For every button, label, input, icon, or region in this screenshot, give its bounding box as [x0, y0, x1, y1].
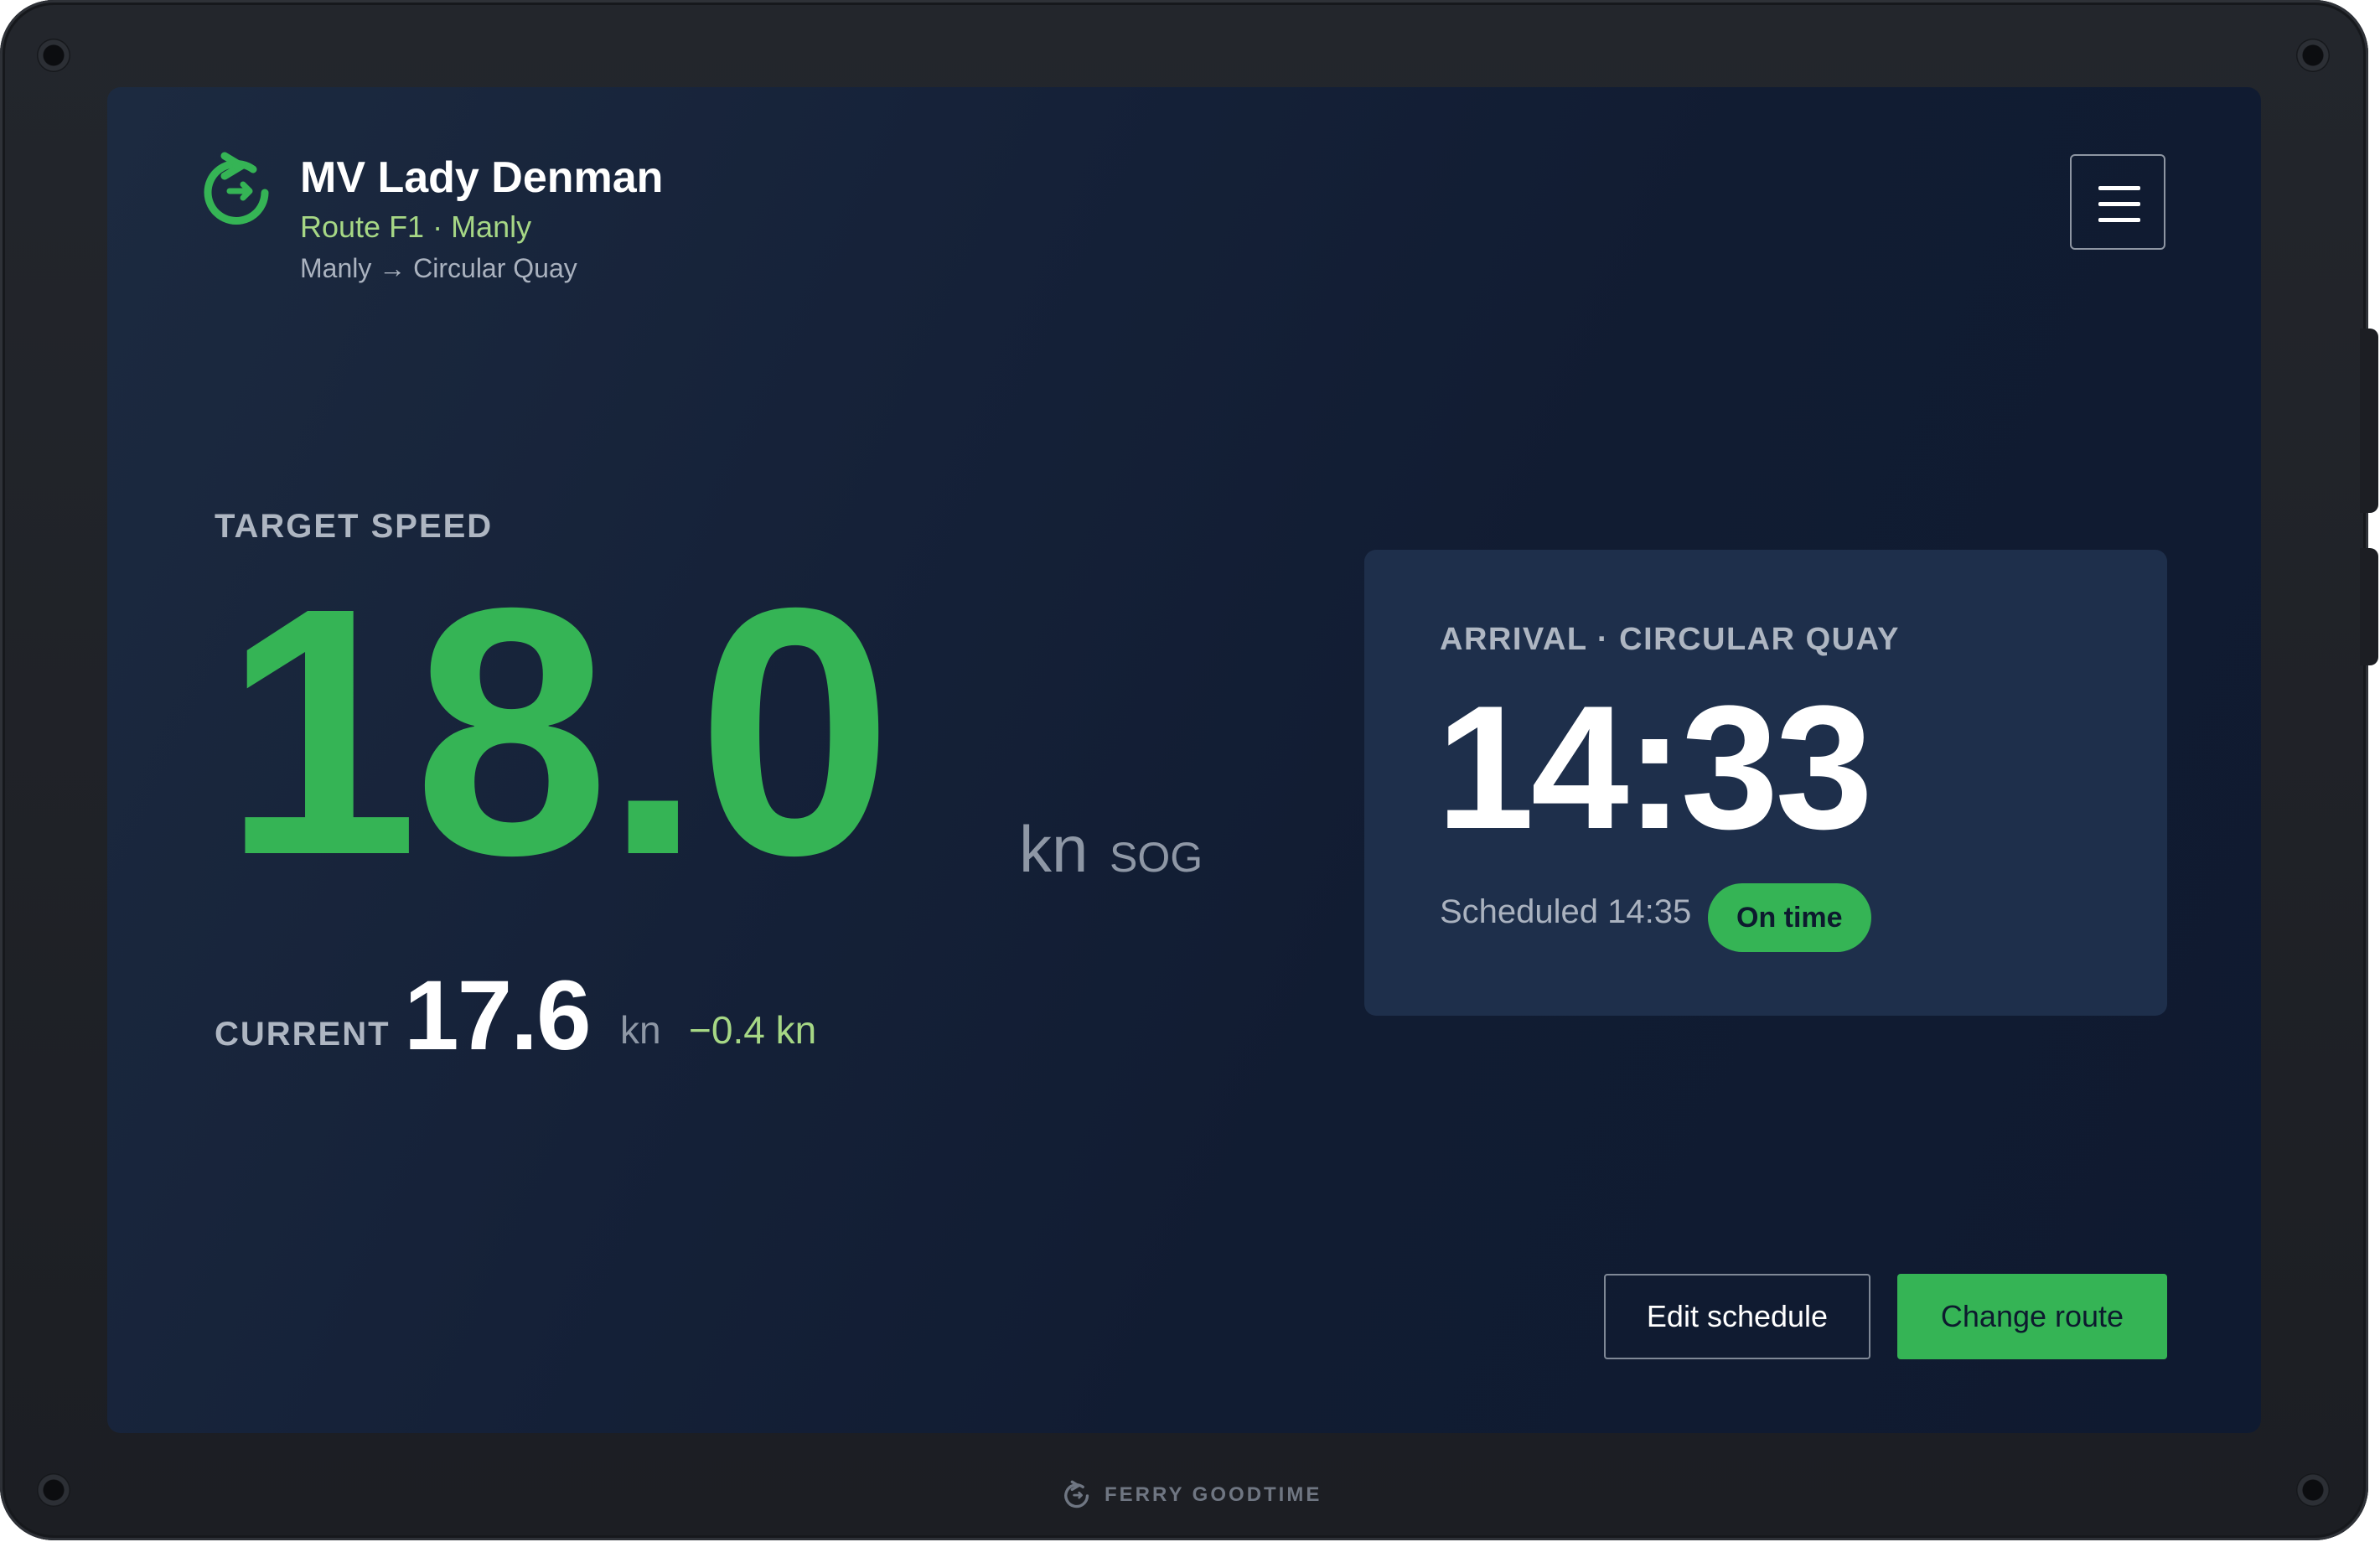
arrival-label: ARRIVAL · CIRCULAR QUAY: [1440, 622, 1900, 657]
speed-delta: −0.4 kn: [689, 1008, 817, 1052]
screw-bottom-right: [2296, 1473, 2330, 1507]
current-speed-label: CURRENT: [215, 1016, 391, 1053]
circular-arrow-icon: [204, 152, 269, 225]
route-direction: Manly → Circular Quay: [300, 253, 577, 283]
screw-top-right: [2296, 39, 2330, 72]
status-badge: On time: [1708, 883, 1871, 952]
current-speed-value: 17.6: [404, 960, 592, 1071]
brand-name: FERRY GOODTIME: [1105, 1483, 1322, 1506]
device-bezel: MV Lady Denman Route F1 · Manly Manly → …: [0, 0, 2378, 1540]
screen: MV Lady Denman Route F1 · Manly Manly → …: [107, 87, 2261, 1433]
hamburger-menu-icon: [2098, 186, 2140, 190]
menu-button[interactable]: [2070, 154, 2165, 250]
change-route-button[interactable]: Change route: [1897, 1274, 2167, 1359]
vessel-name: MV Lady Denman: [300, 153, 664, 202]
scheduled-time: Scheduled 14:35: [1440, 893, 1692, 930]
circular-arrow-icon: [1064, 1480, 1089, 1508]
screw-top-left: [37, 39, 70, 72]
hamburger-menu-icon: [2098, 218, 2140, 222]
screw-bottom-left: [37, 1473, 70, 1507]
arrival-card: ARRIVAL · CIRCULAR QUAY 14:33 Scheduled …: [1364, 550, 2167, 1016]
target-speed-sog-label: SOG: [1110, 834, 1203, 881]
hamburger-menu-icon: [2098, 202, 2140, 206]
current-speed-unit: kn: [620, 1008, 661, 1052]
target-speed-unit: kn: [1019, 812, 1089, 886]
target-speed-value: 18.0: [223, 536, 892, 929]
edit-schedule-button[interactable]: Edit schedule: [1604, 1274, 1870, 1359]
side-hardware-button: [2360, 548, 2378, 665]
route-name: Route F1 · Manly: [300, 210, 532, 244]
arrival-time: 14:33: [1436, 669, 1873, 866]
side-hardware-button: [2360, 329, 2378, 513]
